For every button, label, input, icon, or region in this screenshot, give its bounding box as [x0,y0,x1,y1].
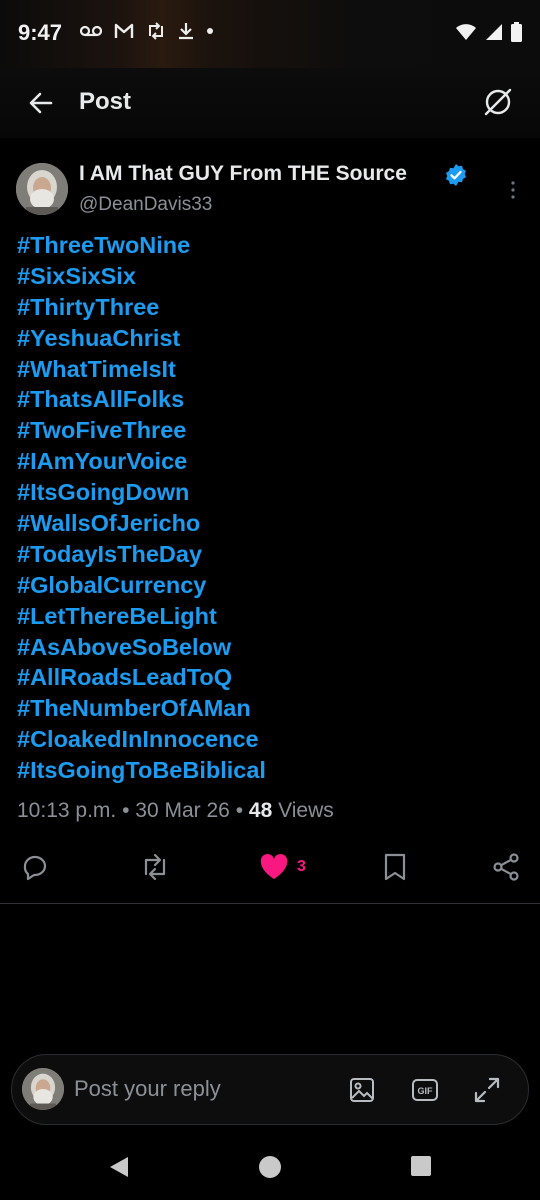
more-options-button[interactable] [504,178,522,202]
nav-back-button[interactable] [108,1155,130,1184]
system-navigation-bar [0,1135,540,1200]
avatar-image [22,1068,64,1110]
hashtag-link[interactable]: #YeshuaChrist [17,323,517,354]
hashtag-link[interactable]: #WallsOfJericho [17,508,517,539]
gif-icon: GIF [412,1079,438,1101]
like-count: 3 [297,858,306,875]
expand-composer-button[interactable] [472,1075,502,1105]
reply-avatar [22,1068,64,1110]
reply-button[interactable] [20,852,50,882]
meta-separator: • [122,799,130,822]
hashtag-link[interactable]: #GlobalCurrency [17,570,517,601]
meta-separator: • [235,799,244,822]
hashtag-link[interactable]: #ThirtyThree [17,292,517,323]
more-vertical-icon [511,181,515,199]
arrow-left-icon [29,92,53,114]
download-icon [179,23,193,40]
bookmark-icon [384,853,406,881]
image-icon [350,1078,374,1102]
hashtag-link[interactable]: #AsAboveSoBelow [17,632,517,663]
system-icons [455,22,522,42]
notification-icons [80,22,214,40]
hashtag-link[interactable]: #WhatTimeIsIt [17,354,517,385]
add-gif-button[interactable]: GIF [410,1075,440,1105]
views-label: Views [278,799,334,822]
square-recents-icon [411,1156,431,1176]
hashtag-link[interactable]: #ThreeTwoNine [17,230,517,261]
reply-icon [23,855,47,881]
views-count[interactable]: 48 [249,799,272,822]
post-body: #ThreeTwoNine #SixSixSix #ThirtyThree #Y… [17,230,517,786]
reply-composer[interactable]: Post your reply GIF [11,1054,529,1125]
gmail-icon [114,23,134,38]
bookmark-button[interactable] [382,852,408,882]
reply-input[interactable]: Post your reply [74,1076,221,1102]
hashtag-link[interactable]: #SixSixSix [17,261,517,292]
grok-button[interactable] [482,86,514,118]
circle-home-icon [259,1156,281,1178]
add-image-button[interactable] [347,1075,377,1105]
hashtag-link[interactable]: #AllRoadsLeadToQ [17,662,517,693]
expand-icon [474,1077,500,1103]
repost-button[interactable] [139,852,171,882]
hashtag-link[interactable]: #CloakedInInnocence [17,724,517,755]
divider [0,903,540,904]
status-time: 9:47 [18,20,63,45]
hashtag-link[interactable]: #TodayIsTheDay [17,539,517,570]
signal-icon [486,24,502,40]
hashtag-link[interactable]: #TheNumberOfAMan [17,693,517,724]
status-bar: 9:47 [0,0,540,68]
voicemail-icon [80,25,102,37]
hashtag-link[interactable]: #TwoFiveThree [17,415,517,446]
grok-icon [484,88,512,116]
verified-badge-icon [446,164,466,186]
triangle-back-icon [110,1157,128,1177]
share-icon [493,853,519,881]
hashtag-link[interactable]: #ItsGoingDown [17,477,517,508]
post-date[interactable]: 30 Mar 26 [135,799,230,822]
nav-home-button[interactable] [258,1155,282,1184]
post-time[interactable]: 10:13 p.m. [17,799,116,822]
page-title: Post [79,88,132,115]
battery-icon [511,22,522,42]
back-button[interactable] [26,88,56,118]
heart-filled-icon [260,854,288,879]
share-button[interactable] [492,852,520,882]
repost-icon [144,853,166,881]
wifi-icon [456,24,476,40]
author-name[interactable]: I AM That GUY From THE Source [79,162,407,186]
avatar-image [16,163,68,215]
post-header: Post [0,68,540,138]
dot-icon [207,28,213,34]
author-avatar[interactable] [16,163,68,215]
retweet-sync-icon [149,22,163,40]
like-button[interactable]: 3 [259,852,306,882]
post-actions: 3 [0,846,540,890]
hashtag-link[interactable]: #ThatsAllFolks [17,384,517,415]
author-handle[interactable]: @DeanDavis33 [79,194,212,216]
post-meta: 10:13 p.m. • 30 Mar 26 • 48 Views [17,799,334,823]
hashtag-link[interactable]: #IAmYourVoice [17,446,517,477]
svg-text:GIF: GIF [418,1086,434,1096]
hashtag-link[interactable]: #LetThereBeLight [17,601,517,632]
hashtag-link[interactable]: #ItsGoingToBeBiblical [17,755,517,786]
nav-recents-button[interactable] [410,1155,432,1182]
